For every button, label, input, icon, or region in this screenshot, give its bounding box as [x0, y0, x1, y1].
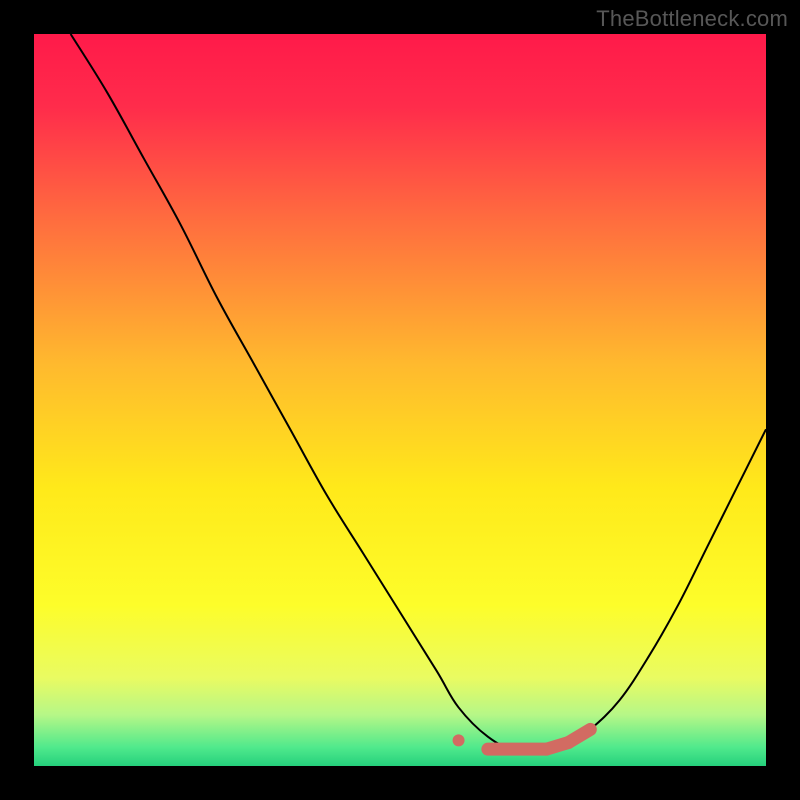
chart-background: [34, 34, 766, 766]
chart-svg: [34, 34, 766, 766]
bottleneck-chart: [34, 34, 766, 766]
marker-dot: [453, 734, 465, 746]
watermark-text: TheBottleneck.com: [596, 6, 788, 32]
